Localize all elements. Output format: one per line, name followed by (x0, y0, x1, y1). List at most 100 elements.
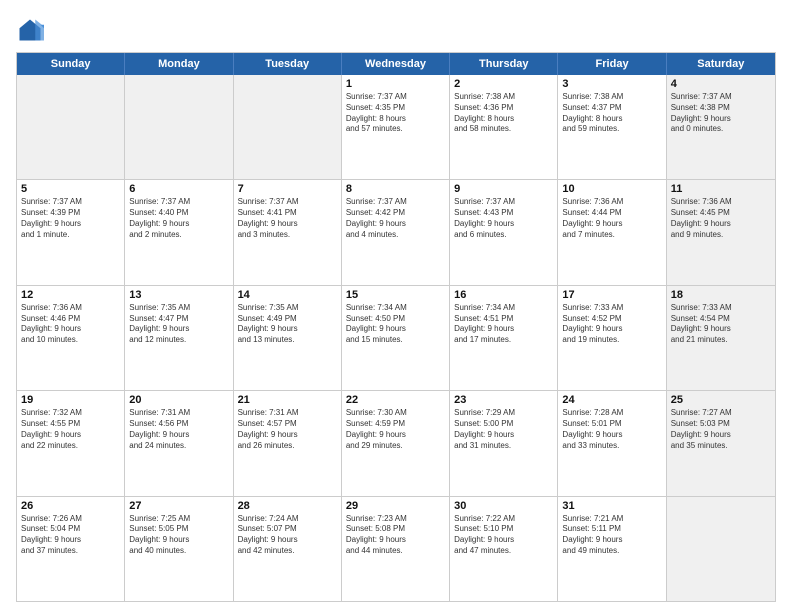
day-info: Sunrise: 7:29 AM Sunset: 5:00 PM Dayligh… (454, 408, 553, 451)
day-cell-20: 20 Sunrise: 7:31 AM Sunset: 4:56 PM Dayli… (125, 391, 233, 495)
header-day-tuesday: Tuesday (234, 53, 342, 75)
day-number: 1 (346, 78, 445, 90)
day-cell-23: 23Sunrise: 7:29 AM Sunset: 5:00 PM Dayli… (450, 391, 558, 495)
day-info: Sunrise: 7:36 AM Sunset: 4:45 PM Dayligh… (671, 197, 771, 240)
day-cell-30: 30Sunrise: 7:22 AM Sunset: 5:10 PM Dayli… (450, 497, 558, 601)
day-number: 10 (562, 183, 661, 195)
day-number: 28 (238, 500, 337, 512)
day-number: 31 (562, 500, 661, 512)
day-number: 20 (129, 394, 228, 406)
day-info: Sunrise: 7:37 AM Sunset: 4:42 PM Dayligh… (346, 197, 445, 240)
day-info: Sunrise: 7:27 AM Sunset: 5:03 PM Dayligh… (671, 408, 771, 451)
day-cell-18: 18 Sunrise: 7:33 AM Sunset: 4:54 PM Dayli… (667, 286, 775, 390)
day-cell-8: 8 Sunrise: 7:37 AM Sunset: 4:42 PM Daylig… (342, 180, 450, 284)
day-number: 7 (238, 183, 337, 195)
day-number: 19 (21, 394, 120, 406)
day-cell-27: 27Sunrise: 7:25 AM Sunset: 5:05 PM Dayli… (125, 497, 233, 601)
day-info: Sunrise: 7:37 AM Sunset: 4:38 PM Dayligh… (671, 92, 771, 135)
day-cell-22: 22 Sunrise: 7:30 AM Sunset: 4:59 PM Dayli… (342, 391, 450, 495)
day-info: Sunrise: 7:37 AM Sunset: 4:41 PM Dayligh… (238, 197, 337, 240)
day-info: Sunrise: 7:37 AM Sunset: 4:40 PM Dayligh… (129, 197, 228, 240)
day-cell-13: 13 Sunrise: 7:35 AM Sunset: 4:47 PM Dayli… (125, 286, 233, 390)
day-info: Sunrise: 7:36 AM Sunset: 4:46 PM Dayligh… (21, 303, 120, 346)
day-info: Sunrise: 7:34 AM Sunset: 4:51 PM Dayligh… (454, 303, 553, 346)
day-cell-28: 28 Sunrise: 7:24 AM Sunset: 5:07 PM Dayli… (234, 497, 342, 601)
day-cell-3: 3 Sunrise: 7:38 AM Sunset: 4:37 PM Daylig… (558, 75, 666, 179)
day-info: Sunrise: 7:37 AM Sunset: 4:39 PM Dayligh… (21, 197, 120, 240)
header-day-thursday: Thursday (450, 53, 558, 75)
day-cell-29: 29 Sunrise: 7:23 AM Sunset: 5:08 PM Dayli… (342, 497, 450, 601)
header-day-monday: Monday (125, 53, 233, 75)
day-cell-11: 11Sunrise: 7:36 AM Sunset: 4:45 PM Dayli… (667, 180, 775, 284)
logo (16, 16, 48, 44)
day-number: 16 (454, 289, 553, 301)
empty-cell-0-0 (17, 75, 125, 179)
header-day-wednesday: Wednesday (342, 53, 450, 75)
day-info: Sunrise: 7:26 AM Sunset: 5:04 PM Dayligh… (21, 514, 120, 557)
calendar-row-1: 5 Sunrise: 7:37 AM Sunset: 4:39 PM Daylig… (17, 179, 775, 284)
day-number: 22 (346, 394, 445, 406)
day-info: Sunrise: 7:31 AM Sunset: 4:56 PM Dayligh… (129, 408, 228, 451)
day-number: 9 (454, 183, 553, 195)
day-number: 3 (562, 78, 661, 90)
day-number: 5 (21, 183, 120, 195)
day-info: Sunrise: 7:33 AM Sunset: 4:52 PM Dayligh… (562, 303, 661, 346)
empty-cell-0-2 (234, 75, 342, 179)
day-number: 21 (238, 394, 337, 406)
day-info: Sunrise: 7:22 AM Sunset: 5:10 PM Dayligh… (454, 514, 553, 557)
day-info: Sunrise: 7:38 AM Sunset: 4:37 PM Dayligh… (562, 92, 661, 135)
day-info: Sunrise: 7:35 AM Sunset: 4:47 PM Dayligh… (129, 303, 228, 346)
day-cell-5: 5 Sunrise: 7:37 AM Sunset: 4:39 PM Daylig… (17, 180, 125, 284)
day-info: Sunrise: 7:32 AM Sunset: 4:55 PM Dayligh… (21, 408, 120, 451)
day-info: Sunrise: 7:24 AM Sunset: 5:07 PM Dayligh… (238, 514, 337, 557)
day-number: 12 (21, 289, 120, 301)
day-info: Sunrise: 7:30 AM Sunset: 4:59 PM Dayligh… (346, 408, 445, 451)
day-cell-15: 15 Sunrise: 7:34 AM Sunset: 4:50 PM Dayli… (342, 286, 450, 390)
day-number: 15 (346, 289, 445, 301)
day-number: 25 (671, 394, 771, 406)
day-cell-10: 10 Sunrise: 7:36 AM Sunset: 4:44 PM Dayli… (558, 180, 666, 284)
empty-cell-0-1 (125, 75, 233, 179)
day-info: Sunrise: 7:28 AM Sunset: 5:01 PM Dayligh… (562, 408, 661, 451)
day-number: 13 (129, 289, 228, 301)
day-cell-19: 19 Sunrise: 7:32 AM Sunset: 4:55 PM Dayli… (17, 391, 125, 495)
day-info: Sunrise: 7:37 AM Sunset: 4:43 PM Dayligh… (454, 197, 553, 240)
day-cell-25: 25 Sunrise: 7:27 AM Sunset: 5:03 PM Dayli… (667, 391, 775, 495)
day-info: Sunrise: 7:36 AM Sunset: 4:44 PM Dayligh… (562, 197, 661, 240)
calendar-row-2: 12 Sunrise: 7:36 AM Sunset: 4:46 PM Dayli… (17, 285, 775, 390)
day-cell-12: 12 Sunrise: 7:36 AM Sunset: 4:46 PM Dayli… (17, 286, 125, 390)
day-number: 26 (21, 500, 120, 512)
day-info: Sunrise: 7:33 AM Sunset: 4:54 PM Dayligh… (671, 303, 771, 346)
day-cell-24: 24Sunrise: 7:28 AM Sunset: 5:01 PM Dayli… (558, 391, 666, 495)
day-number: 4 (671, 78, 771, 90)
day-number: 6 (129, 183, 228, 195)
day-info: Sunrise: 7:21 AM Sunset: 5:11 PM Dayligh… (562, 514, 661, 557)
day-cell-1: 1 Sunrise: 7:37 AM Sunset: 4:35 PM Daylig… (342, 75, 450, 179)
day-cell-9: 9 Sunrise: 7:37 AM Sunset: 4:43 PM Daylig… (450, 180, 558, 284)
calendar-body: 1 Sunrise: 7:37 AM Sunset: 4:35 PM Daylig… (17, 75, 775, 601)
day-number: 8 (346, 183, 445, 195)
day-info: Sunrise: 7:38 AM Sunset: 4:36 PM Dayligh… (454, 92, 553, 135)
day-cell-2: 2Sunrise: 7:38 AM Sunset: 4:36 PM Daylig… (450, 75, 558, 179)
day-info: Sunrise: 7:35 AM Sunset: 4:49 PM Dayligh… (238, 303, 337, 346)
day-cell-16: 16 Sunrise: 7:34 AM Sunset: 4:51 PM Dayli… (450, 286, 558, 390)
day-number: 29 (346, 500, 445, 512)
header-day-saturday: Saturday (667, 53, 775, 75)
day-cell-31: 31 Sunrise: 7:21 AM Sunset: 5:11 PM Dayli… (558, 497, 666, 601)
day-info: Sunrise: 7:37 AM Sunset: 4:35 PM Dayligh… (346, 92, 445, 135)
day-info: Sunrise: 7:31 AM Sunset: 4:57 PM Dayligh… (238, 408, 337, 451)
day-cell-6: 6 Sunrise: 7:37 AM Sunset: 4:40 PM Daylig… (125, 180, 233, 284)
day-cell-26: 26 Sunrise: 7:26 AM Sunset: 5:04 PM Dayli… (17, 497, 125, 601)
header-day-friday: Friday (558, 53, 666, 75)
day-cell-4: 4 Sunrise: 7:37 AM Sunset: 4:38 PM Daylig… (667, 75, 775, 179)
day-cell-21: 21 Sunrise: 7:31 AM Sunset: 4:57 PM Dayli… (234, 391, 342, 495)
calendar: SundayMondayTuesdayWednesdayThursdayFrid… (16, 52, 776, 602)
day-number: 18 (671, 289, 771, 301)
day-info: Sunrise: 7:34 AM Sunset: 4:50 PM Dayligh… (346, 303, 445, 346)
calendar-header: SundayMondayTuesdayWednesdayThursdayFrid… (17, 53, 775, 75)
calendar-row-0: 1 Sunrise: 7:37 AM Sunset: 4:35 PM Daylig… (17, 75, 775, 179)
day-info: Sunrise: 7:23 AM Sunset: 5:08 PM Dayligh… (346, 514, 445, 557)
day-number: 17 (562, 289, 661, 301)
day-info: Sunrise: 7:25 AM Sunset: 5:05 PM Dayligh… (129, 514, 228, 557)
logo-icon (16, 16, 44, 44)
